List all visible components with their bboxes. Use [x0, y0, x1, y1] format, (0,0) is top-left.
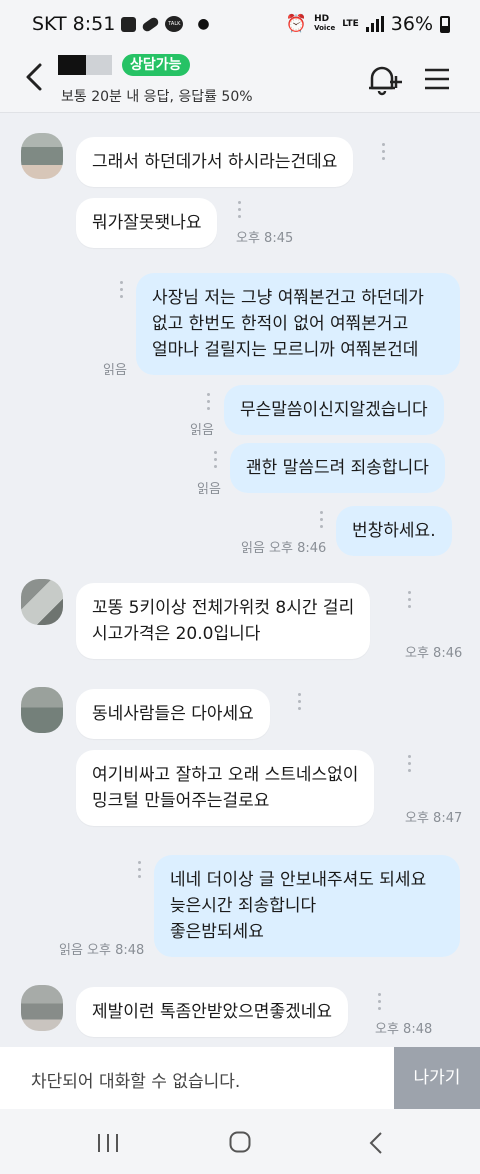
- more-icon[interactable]: [207, 393, 211, 411]
- talk-icon: TALK: [165, 16, 184, 32]
- more-icon[interactable]: [238, 201, 242, 219]
- more-icon[interactable]: [120, 281, 124, 299]
- read-receipt-time: 읽음 오후 8:48: [59, 943, 145, 958]
- message-bubble[interactable]: 뭐가잘못됏나요: [76, 198, 218, 248]
- status-badge: 상담가능: [122, 54, 190, 76]
- lte-label: LTE: [342, 18, 359, 29]
- voice-label: Voice: [314, 24, 336, 32]
- read-receipt: 읽음: [103, 363, 127, 378]
- clock: 8:51: [72, 13, 116, 35]
- message-bubble[interactable]: 번창하세요.: [336, 506, 452, 556]
- message-bubble[interactable]: 여기비싸고 잘하고 오래 스트네스없이 밍크털 만들어주는걸로요: [76, 750, 375, 826]
- redacted-name-blur: [86, 55, 112, 75]
- more-icon[interactable]: [298, 693, 302, 711]
- more-icon[interactable]: [408, 591, 412, 609]
- read-receipt: 읽음: [190, 423, 214, 438]
- message-bubble[interactable]: 그래서 하던데가서 하시라는건데요: [76, 137, 354, 187]
- more-icon[interactable]: [382, 143, 386, 161]
- pill-icon: [141, 15, 161, 33]
- menu-icon[interactable]: [424, 66, 450, 92]
- avatar[interactable]: [21, 687, 63, 733]
- more-icon[interactable]: [378, 993, 382, 1011]
- message-bubble[interactable]: 제발이런 톡좀안받았으면좋겠네요: [76, 987, 349, 1037]
- message-bubble[interactable]: 동네사람들은 다아세요: [76, 689, 270, 739]
- notification-add-icon[interactable]: [366, 64, 402, 96]
- message-bubble[interactable]: 사장님 저는 그냥 여쭤본건고 하던데가 없고 한번도 한적이 없어 여쭤본거고…: [136, 273, 460, 375]
- message-time: 오후 8:48: [375, 1022, 433, 1037]
- hd-label: HD: [314, 14, 330, 24]
- message-list[interactable]: 그래서 하던데가서 하시라는건데요 뭐가잘못됏나요 오후 8:45 사장님 저는…: [0, 113, 480, 1047]
- battery-icon: [440, 15, 450, 33]
- response-info: 보통 20분 내 응답, 응답률 50%: [61, 89, 253, 105]
- avatar[interactable]: [21, 133, 63, 179]
- more-icon[interactable]: [408, 755, 412, 773]
- read-receipt: 읽음: [197, 482, 221, 497]
- avatar[interactable]: [21, 985, 63, 1031]
- message-time: 오후 8:46: [405, 646, 463, 661]
- message-bubble[interactable]: 꼬똥 5키이상 전체가위컷 8시간 걸리 시고가격은 20.0입니다: [76, 583, 371, 659]
- notification-dot-icon: ●: [197, 16, 210, 32]
- avatar[interactable]: [21, 579, 63, 625]
- back-icon[interactable]: [368, 1131, 384, 1155]
- input-bar: 차단되어 대화할 수 없습니다. 나가기: [0, 1047, 480, 1109]
- status-bar: SKT 8:51 TALK ● ⏰ HD Voice LTE 36%: [0, 0, 480, 46]
- message-time: 오후 8:47: [405, 811, 463, 826]
- battery-percent: 36%: [390, 13, 433, 35]
- gallery-icon: [121, 16, 137, 32]
- chat-header: 상담가능 보통 20분 내 응답, 응답률 50%: [0, 46, 480, 113]
- message-bubble[interactable]: 괜한 말씀드려 죄송합니다: [230, 443, 445, 493]
- alarm-icon: ⏰: [285, 14, 308, 34]
- more-icon[interactable]: [214, 451, 218, 469]
- recent-apps-icon[interactable]: [97, 1134, 119, 1152]
- carrier-label: SKT: [32, 13, 67, 35]
- blocked-notice: 차단되어 대화할 수 없습니다.: [31, 1072, 241, 1092]
- more-icon[interactable]: [320, 511, 324, 529]
- talk-icon-label: TALK: [168, 21, 181, 27]
- message-bubble[interactable]: 무슨말씀이신지알겠습니다: [224, 385, 444, 435]
- system-nav-bar: [0, 1109, 480, 1174]
- signal-icon: [365, 16, 384, 32]
- message-time: 오후 8:45: [236, 231, 294, 246]
- back-arrow-icon[interactable]: [22, 62, 48, 92]
- read-receipt-time: 읽음 오후 8:46: [241, 541, 327, 556]
- more-icon[interactable]: [138, 861, 142, 879]
- message-bubble[interactable]: 네네 더이상 글 안보내주셔도 되세요 늦은시간 죄송합니다 좋은밤되세요: [154, 855, 460, 957]
- home-icon[interactable]: [229, 1131, 251, 1153]
- leave-button[interactable]: 나가기: [394, 1047, 480, 1109]
